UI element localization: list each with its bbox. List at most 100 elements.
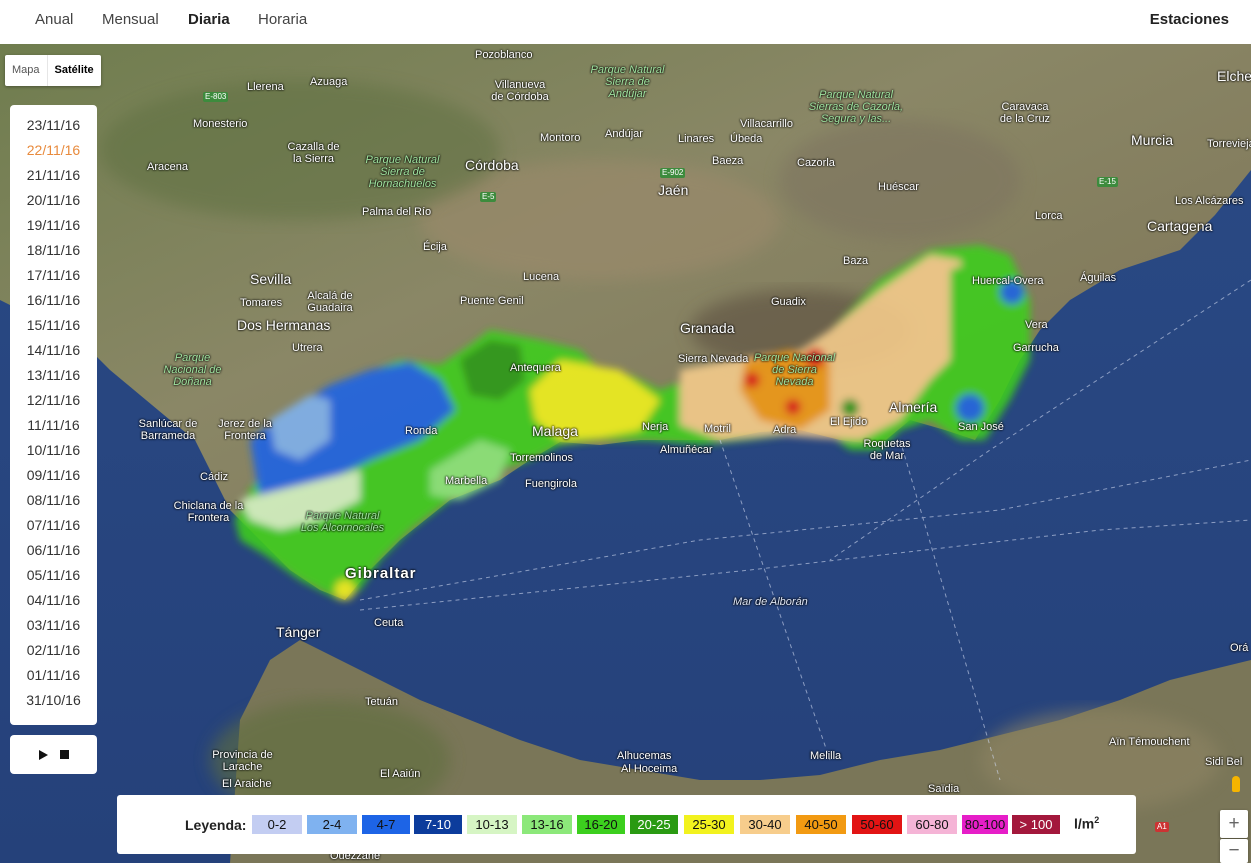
map-label-city: Sierra Nevada bbox=[678, 353, 749, 365]
tab-diaria[interactable]: Diaria bbox=[188, 0, 230, 44]
map-label-city: Dos Hermanas bbox=[237, 317, 331, 333]
map-label-city: Garrucha bbox=[1013, 342, 1059, 354]
map-label-city: Tetuán bbox=[365, 696, 399, 708]
date-item[interactable]: 12/11/16 bbox=[10, 388, 97, 413]
zoom-in-button[interactable]: + bbox=[1220, 810, 1248, 838]
legend-swatch: 25-30 bbox=[684, 815, 734, 834]
legend-swatch: 80-100 bbox=[962, 815, 1008, 834]
date-item[interactable]: 06/11/16 bbox=[10, 538, 97, 563]
map-label-city: Ronda bbox=[405, 425, 438, 437]
map-label-city: El Ejido bbox=[830, 416, 868, 428]
map-label-city: Caravaca de la Cruz bbox=[999, 101, 1051, 125]
map-label-city: Palma del Río bbox=[362, 206, 432, 218]
date-item[interactable]: 21/11/16 bbox=[10, 163, 97, 188]
map-type-control: Mapa Satélite bbox=[5, 55, 101, 86]
satellite-map[interactable]: Sevilla Córdoba Granada Jaén Malaga Alme… bbox=[0, 44, 1251, 863]
map-label-city: Linares bbox=[678, 133, 715, 145]
legend-swatch: 7-10 bbox=[414, 815, 462, 834]
date-item[interactable]: 02/11/16 bbox=[10, 638, 97, 663]
date-item[interactable]: 19/11/16 bbox=[10, 213, 97, 238]
map-type-satellite-button[interactable]: Satélite bbox=[46, 55, 101, 86]
map-label-city: Llerena bbox=[247, 81, 284, 93]
legend-swatch: 60-80 bbox=[907, 815, 957, 834]
legend-swatch: > 100 bbox=[1012, 815, 1060, 834]
map-label-sea: Mar de Alborán bbox=[733, 596, 808, 608]
road-shield: E-902 bbox=[660, 168, 686, 178]
map-label-city: Andújar bbox=[605, 128, 643, 140]
legend-swatch: 50-60 bbox=[852, 815, 902, 834]
map-label-city: Antequera bbox=[510, 362, 561, 374]
map-label-city: Águilas bbox=[1080, 272, 1117, 284]
map-label-city: Utrera bbox=[292, 342, 323, 354]
legend-swatch: 16-20 bbox=[577, 815, 625, 834]
zoom-out-button[interactable]: − bbox=[1220, 839, 1248, 863]
date-item[interactable]: 15/11/16 bbox=[10, 313, 97, 338]
date-item[interactable]: 01/11/16 bbox=[10, 663, 97, 688]
date-item[interactable]: 08/11/16 bbox=[10, 488, 97, 513]
date-item-selected[interactable]: 22/11/16 bbox=[10, 138, 97, 163]
pegman-icon[interactable] bbox=[1232, 776, 1240, 792]
map-label-city: Lucena bbox=[523, 271, 560, 283]
date-item[interactable]: 18/11/16 bbox=[10, 238, 97, 263]
date-item[interactable]: 11/11/16 bbox=[10, 413, 97, 438]
map-label-park: Parque Natural Sierras de Cazorla, Segur… bbox=[808, 89, 904, 125]
date-item[interactable]: 07/11/16 bbox=[10, 513, 97, 538]
map-label-city: Ceuta bbox=[374, 617, 404, 629]
stop-icon[interactable] bbox=[59, 750, 69, 759]
map-label-city: Marbella bbox=[445, 475, 488, 487]
map-label-city: Córdoba bbox=[465, 157, 519, 173]
map-label-city: Villanueva de Córdoba bbox=[491, 79, 549, 103]
road-shield: A1 bbox=[1155, 822, 1169, 832]
map-label-city: Provincia de Larache bbox=[212, 749, 273, 773]
date-item[interactable]: 03/11/16 bbox=[10, 613, 97, 638]
date-item[interactable]: 16/11/16 bbox=[10, 288, 97, 313]
map-label-park: Parque Natural Los Alcornocales bbox=[300, 510, 385, 534]
map-type-mapa-button[interactable]: Mapa bbox=[5, 55, 47, 86]
map-label-city: Alhucemas bbox=[617, 750, 672, 762]
map-label-city: Cazorla bbox=[797, 157, 835, 169]
map-label-city: Alcalá de Guadaira bbox=[307, 290, 353, 314]
map-label-city: Huercal-Overa bbox=[972, 275, 1044, 287]
map-label-city: Melilla bbox=[810, 750, 842, 762]
date-item[interactable]: 23/11/16 bbox=[10, 113, 97, 138]
map-label-city: Granada bbox=[680, 320, 735, 336]
date-item[interactable]: 13/11/16 bbox=[10, 363, 97, 388]
map-label-city: Chiclana de la Frontera bbox=[173, 500, 244, 524]
map-label-city: Sevilla bbox=[250, 271, 292, 287]
animation-player bbox=[10, 735, 97, 774]
map-label-city: San José bbox=[958, 421, 1004, 433]
tab-mensual[interactable]: Mensual bbox=[102, 0, 159, 44]
map-label-park: Parque Nacional de Doñana bbox=[163, 352, 222, 388]
map-label-city: Lorca bbox=[1035, 210, 1063, 222]
map-label-park: Parque Nacional de Sierra Nevada bbox=[753, 352, 836, 388]
date-item[interactable]: 17/11/16 bbox=[10, 263, 97, 288]
date-list: 23/11/16 22/11/16 21/11/16 20/11/16 19/1… bbox=[10, 105, 97, 725]
map-label-city: Puente Genil bbox=[460, 295, 524, 307]
date-item[interactable]: 04/11/16 bbox=[10, 588, 97, 613]
map-label-city: Roquetas de Mar bbox=[863, 438, 911, 462]
map-label-city: Motril bbox=[704, 423, 731, 435]
map-label-city: El Araiche bbox=[222, 778, 272, 790]
map-label-city: Huéscar bbox=[878, 181, 919, 193]
date-item[interactable]: 31/10/16 bbox=[10, 688, 97, 713]
date-item[interactable]: 20/11/16 bbox=[10, 188, 97, 213]
map-label-city: Torremolinos bbox=[510, 452, 573, 464]
legend-swatch: 30-40 bbox=[740, 815, 790, 834]
play-icon[interactable] bbox=[38, 749, 48, 760]
legend-swatch: 40-50 bbox=[796, 815, 846, 834]
legend-unit: l/m2 bbox=[1074, 815, 1100, 832]
map-label-city: Écija bbox=[423, 241, 447, 253]
date-item[interactable]: 09/11/16 bbox=[10, 463, 97, 488]
date-item[interactable]: 05/11/16 bbox=[10, 563, 97, 588]
map-label-city: Elche bbox=[1217, 68, 1251, 84]
date-item[interactable]: 14/11/16 bbox=[10, 338, 97, 363]
legend-swatch: 0-2 bbox=[252, 815, 302, 834]
estaciones-link[interactable]: Estaciones bbox=[1150, 0, 1229, 40]
date-item[interactable]: 10/11/16 bbox=[10, 438, 97, 463]
map-label-city: Montoro bbox=[540, 132, 581, 144]
map-label-city: Jaén bbox=[658, 182, 689, 198]
tab-anual[interactable]: Anual bbox=[35, 0, 73, 44]
tab-horaria[interactable]: Horaria bbox=[258, 0, 307, 44]
road-shield: E-5 bbox=[480, 192, 497, 202]
legend-title: Leyenda: bbox=[185, 817, 247, 833]
